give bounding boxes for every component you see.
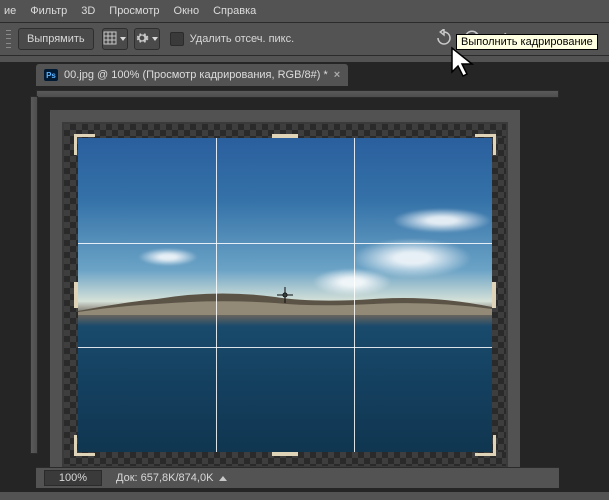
crop-handle-left[interactable] xyxy=(74,282,78,308)
menubar: ие Фильтр 3D Просмотр Окно Справка xyxy=(0,0,609,22)
menu-item-filter[interactable]: Фильтр xyxy=(30,5,67,17)
canvas[interactable] xyxy=(62,122,508,468)
crop-handle-bottom[interactable] xyxy=(272,452,298,456)
panel-grip[interactable] xyxy=(6,29,12,49)
document-tab[interactable]: Ps 00.jpg @ 100% (Просмотр кадрирования,… xyxy=(36,64,348,86)
document-area: Ps 00.jpg @ 100% (Просмотр кадрирования,… xyxy=(0,62,609,492)
crop-handle-right[interactable] xyxy=(492,282,496,308)
checkbox-box xyxy=(170,32,184,46)
tooltip: Выполнить кадрирование xyxy=(456,34,598,50)
straighten-button[interactable]: Выпрямить xyxy=(18,28,94,50)
gear-icon xyxy=(135,31,149,48)
menu-item-window[interactable]: Окно xyxy=(174,5,200,17)
menu-item-help[interactable]: Справка xyxy=(213,5,256,17)
ps-file-icon: Ps xyxy=(44,69,58,81)
reset-icon[interactable] xyxy=(435,29,453,50)
menu-item-view[interactable]: Просмотр xyxy=(109,5,159,17)
status-caret-icon[interactable] xyxy=(219,476,227,481)
delete-pixels-checkbox[interactable]: Удалить отсеч. пикс. xyxy=(170,32,295,46)
zoom-field[interactable]: 100% xyxy=(44,470,102,486)
document-tab-title: 00.jpg @ 100% (Просмотр кадрирования, RG… xyxy=(64,69,328,81)
crop-handle-top[interactable] xyxy=(272,134,298,138)
canvas-pasteboard xyxy=(50,110,520,480)
crop-handle-tl[interactable] xyxy=(74,134,95,155)
grid-icon xyxy=(103,31,117,48)
crop-options-button[interactable] xyxy=(134,28,160,50)
status-bar: 100% Док: 657,8K/874,0K xyxy=(36,467,559,488)
delete-pixels-label: Удалить отсеч. пикс. xyxy=(190,33,295,45)
crop-handle-tr[interactable] xyxy=(475,134,496,155)
close-icon[interactable]: × xyxy=(334,69,340,81)
crop-handle-br[interactable] xyxy=(475,435,496,456)
menu-item[interactable]: ие xyxy=(4,5,16,17)
ruler-horizontal[interactable] xyxy=(36,90,559,98)
ruler-vertical[interactable] xyxy=(30,96,38,454)
doc-size-label: Док: 657,8K/874,0K xyxy=(116,472,213,484)
crop-center-target-icon[interactable] xyxy=(277,287,293,303)
overlay-grid-button[interactable] xyxy=(102,28,128,50)
crop-handle-bl[interactable] xyxy=(74,435,95,456)
menu-item-3d[interactable]: 3D xyxy=(81,5,95,17)
tab-bar: Ps 00.jpg @ 100% (Просмотр кадрирования,… xyxy=(0,62,609,86)
straighten-label: Выпрямить xyxy=(27,33,85,45)
